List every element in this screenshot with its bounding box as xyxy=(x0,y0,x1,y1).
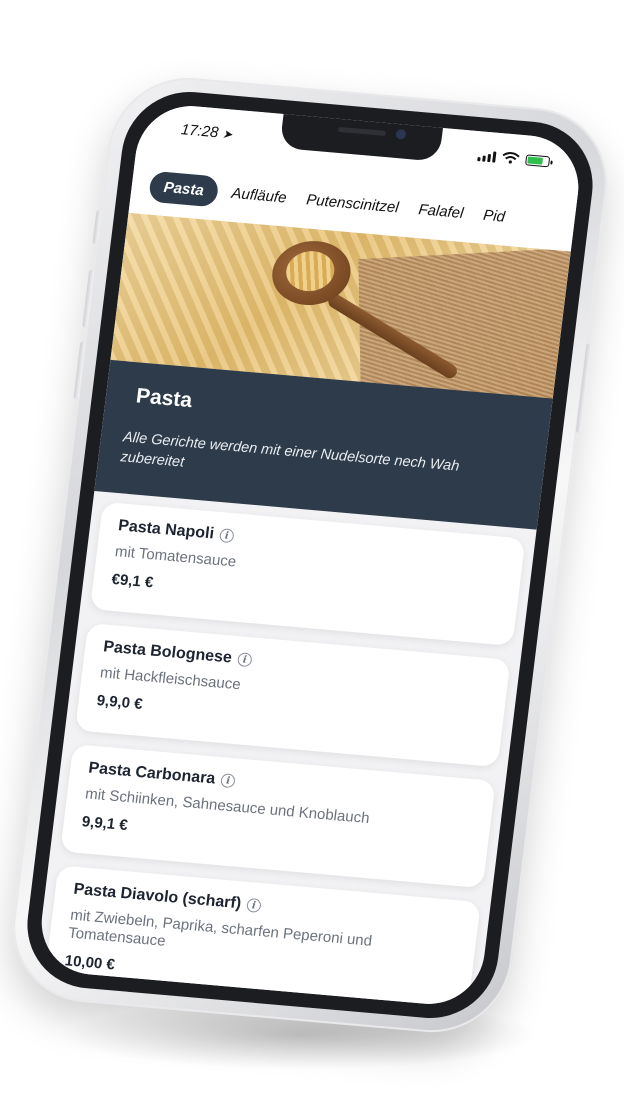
tab-aufläufe[interactable]: Aufläufe xyxy=(224,178,294,213)
cellular-signal-icon xyxy=(477,150,497,163)
location-arrow-icon: ➤ xyxy=(221,126,234,142)
menu-item-card[interactable]: Pasta Carbonara i mit Schiinken, Sahnesauc… xyxy=(60,744,496,889)
info-icon[interactable]: i xyxy=(236,652,253,668)
menu-item-card[interactable]: Pasta Napoli i mit Tomatensauce €9,1 € xyxy=(89,501,526,646)
tab-falafel[interactable]: Falafel xyxy=(411,194,471,228)
status-icons xyxy=(477,149,551,167)
menu-item-name: Pasta Napoli xyxy=(117,517,215,543)
phone-device: 17:28 ➤ Pasta Aufläufe Putenscinitzel Fa… xyxy=(4,71,616,1039)
tab-pasta[interactable]: Pasta xyxy=(148,170,220,207)
tab-pid[interactable]: Pid xyxy=(476,200,513,232)
category-description: Alle Gerichte werden mit einer Nudelsort… xyxy=(119,429,461,475)
menu-item-card[interactable]: Pasta Bolognese i mit Hackfleischsauce 9,9,… xyxy=(75,622,511,768)
info-icon[interactable]: i xyxy=(220,773,236,789)
battery-icon xyxy=(525,153,551,167)
menu-item-name: Pasta Carbonara xyxy=(87,759,217,788)
menu-item-list: Pasta Napoli i mit Tomatensauce €9,1 € Pasta… xyxy=(41,501,526,1009)
category-title: Pasta xyxy=(134,384,194,413)
status-time: 17:28 ➤ xyxy=(180,121,233,142)
spaghetti-bundle xyxy=(358,247,571,399)
info-icon[interactable]: i xyxy=(246,897,262,914)
speaker-grille xyxy=(337,126,387,136)
battery-fill xyxy=(527,155,544,165)
status-time-text: 17:28 xyxy=(179,121,220,142)
menu-item-name: Pasta Bolognese xyxy=(102,638,233,667)
info-icon[interactable]: i xyxy=(218,528,235,544)
product-mockup-scene: 17:28 ➤ Pasta Aufläufe Putenscinitzel Fa… xyxy=(0,0,624,1110)
tab-putenscinitzel[interactable]: Putenscinitzel xyxy=(299,184,407,222)
wifi-icon xyxy=(502,152,520,164)
front-camera xyxy=(395,128,407,140)
